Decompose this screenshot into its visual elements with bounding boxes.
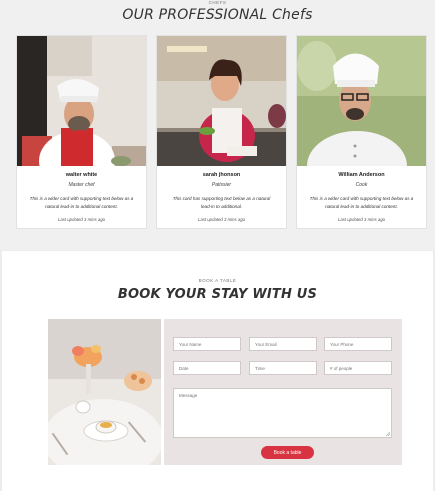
chef-role: Patissier bbox=[211, 182, 232, 188]
chef-card-1: walter white Master chef This is a wider… bbox=[16, 35, 147, 229]
chefs-title: OUR PROFESSIONAL Chefs bbox=[122, 7, 313, 23]
chef-card-3: William Anderson Cook This is a wider ca… bbox=[296, 35, 427, 229]
email-input[interactable] bbox=[249, 337, 317, 351]
chef-name: sarah jhonson bbox=[202, 172, 241, 178]
chef-role: Master chef bbox=[68, 182, 95, 188]
chef-photo-william bbox=[297, 36, 426, 166]
chef-name: William Anderson bbox=[338, 172, 385, 178]
booking-title: BOOK YOUR STAY WITH US bbox=[117, 287, 318, 302]
chef-photo-sarah bbox=[157, 36, 286, 166]
message-textarea[interactable] bbox=[173, 388, 392, 438]
resize-handle-icon[interactable] bbox=[386, 432, 390, 436]
chef-description: This is a wider card with supporting tex… bbox=[29, 196, 134, 209]
date-input[interactable] bbox=[173, 361, 241, 375]
book-table-button[interactable]: Book a table bbox=[261, 446, 314, 459]
booking-form: Book a table bbox=[164, 319, 402, 465]
chef-card-2: sarah jhonson Patissier This card has su… bbox=[156, 35, 287, 229]
booking-kicker: BOOK A TABLE bbox=[198, 278, 237, 283]
time-input[interactable] bbox=[249, 361, 317, 375]
table-setting-photo bbox=[48, 319, 161, 465]
chef-description: This is a wider card with supporting tex… bbox=[309, 196, 414, 209]
chef-photo-walter bbox=[17, 36, 146, 166]
name-input[interactable] bbox=[173, 337, 241, 351]
booking-section: BOOK A TABLE BOOK YOUR STAY WITH US Your… bbox=[0, 250, 435, 491]
chef-updated: Last updated 3 mins ago bbox=[197, 217, 246, 222]
chef-description: This card has supporting text below as a… bbox=[172, 196, 271, 209]
chef-updated: Last updated 3 mins ago bbox=[57, 217, 106, 222]
phone-input[interactable] bbox=[324, 337, 392, 351]
people-input[interactable] bbox=[324, 361, 392, 375]
chefs-kicker: CHEFS bbox=[208, 0, 227, 5]
chef-name: walter white bbox=[65, 172, 98, 178]
chef-updated: Last updated 3 mins ago bbox=[337, 217, 386, 222]
chef-role: Cook bbox=[355, 182, 368, 188]
chefs-section: CHEFS OUR PROFESSIONAL Chefs walter whit… bbox=[0, 0, 435, 250]
